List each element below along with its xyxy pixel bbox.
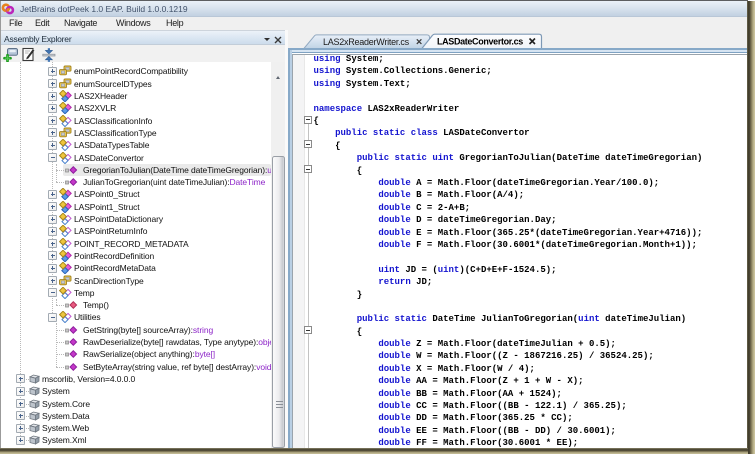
svg-text:LASDateConvertor.cs: LASDateConvertor.cs <box>437 36 523 46</box>
svg-text:LAS2xReaderWriter.cs: LAS2xReaderWriter.cs <box>323 37 410 47</box>
